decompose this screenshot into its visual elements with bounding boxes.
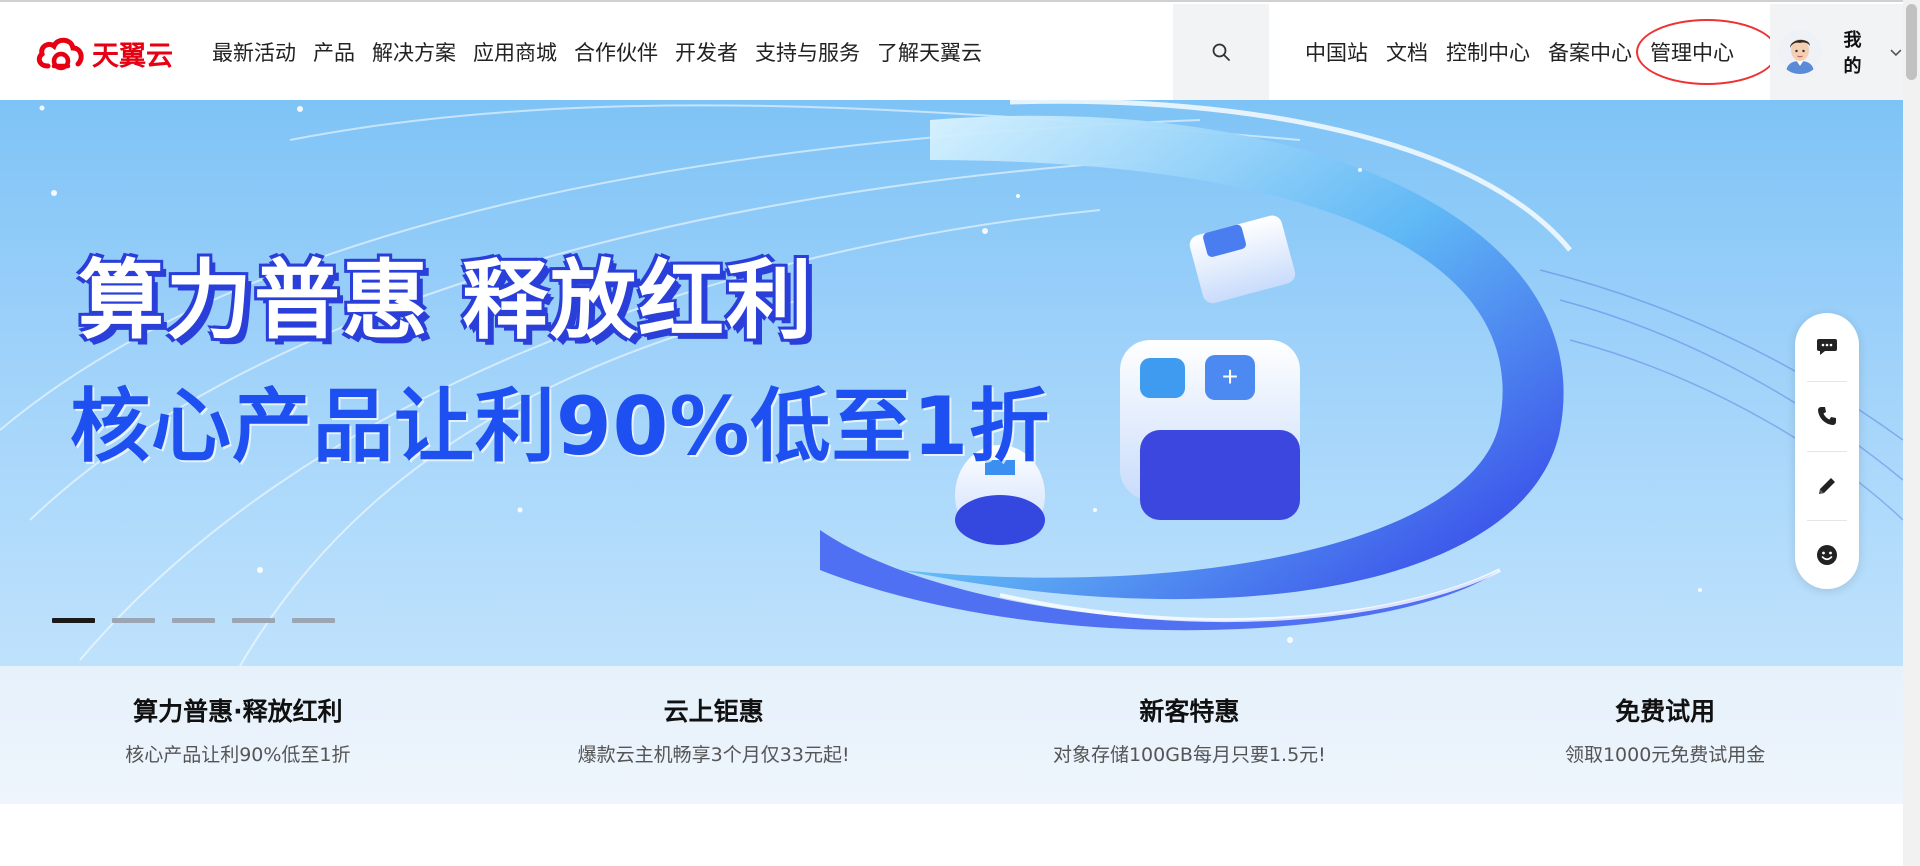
- nav-item-app-store[interactable]: 应用商城: [473, 38, 557, 68]
- nav-item-filing-center[interactable]: 备案中心: [1548, 38, 1632, 68]
- carousel-dot-5[interactable]: [292, 618, 335, 623]
- carousel-dot-2[interactable]: [112, 618, 155, 623]
- nav-item-latest-activities[interactable]: 最新活动: [212, 38, 296, 68]
- chevron-down-icon: [1890, 49, 1902, 57]
- brand-name: 天翼云: [92, 40, 173, 72]
- promo-subtitle: 核心产品让利90%低至1折: [125, 744, 351, 766]
- pen-icon: [1819, 477, 1835, 494]
- svg-text:+: +: [1222, 361, 1238, 392]
- promo-title: 云上钜惠: [663, 697, 764, 726]
- page-scrollbar[interactable]: [1903, 0, 1920, 866]
- phone-button[interactable]: [1795, 382, 1859, 450]
- scrollbar-thumb[interactable]: [1906, 4, 1917, 80]
- smile-icon: [1817, 544, 1837, 565]
- promo-card[interactable]: 免费试用 领取1000元免费试用金: [1427, 666, 1903, 804]
- promo-title: 算力普惠·释放红利: [133, 697, 343, 726]
- chat-button[interactable]: [1795, 313, 1859, 381]
- nav-item-products[interactable]: 产品: [313, 38, 355, 68]
- user-menu-label: 我的: [1843, 30, 1862, 77]
- floating-contact-bar: [1795, 313, 1859, 589]
- promo-title: 新客特惠: [1139, 697, 1240, 726]
- nav-item-solutions[interactable]: 解决方案: [372, 38, 456, 68]
- carousel-dot-3[interactable]: [172, 618, 215, 623]
- nav-item-developers[interactable]: 开发者: [675, 38, 738, 68]
- promo-card[interactable]: 云上钜惠 爆款云主机畅享3个月仅33元起!: [476, 666, 952, 804]
- feedback-button[interactable]: [1795, 452, 1859, 520]
- nav-item-control-center[interactable]: 控制中心: [1446, 38, 1530, 68]
- carousel-indicators: [52, 618, 352, 623]
- promo-subtitle: 爆款云主机畅享3个月仅33元起!: [577, 744, 850, 766]
- chat-icon: [1817, 339, 1837, 356]
- promo-subtitle: 领取1000元免费试用金: [1564, 744, 1766, 766]
- banner-subtitle: 核心产品让利90%低至1折: [70, 380, 1051, 473]
- avatar: [1778, 30, 1822, 74]
- promo-card[interactable]: 算力普惠·释放红利 核心产品让利90%低至1折: [0, 666, 476, 804]
- promo-title: 免费试用: [1615, 697, 1716, 726]
- carousel-dot-1[interactable]: [52, 618, 95, 623]
- highlight-circle-annotation: [1636, 19, 1778, 85]
- search-button[interactable]: [1173, 4, 1269, 100]
- cloud-logo-icon: [36, 37, 84, 71]
- phone-icon: [1818, 407, 1836, 426]
- hero-banner[interactable]: + 算力普惠 释放红利 核心产品让利90%低至1折: [0, 100, 1903, 666]
- promo-strip: 算力普惠·释放红利 核心产品让利90%低至1折 云上钜惠 爆款云主机畅享3个月仅…: [0, 666, 1903, 804]
- nav-item-about[interactable]: 了解天翼云: [877, 38, 982, 68]
- banner-title: 算力普惠 释放红利: [78, 251, 814, 351]
- brand-logo[interactable]: 天翼云: [34, 32, 173, 74]
- top-header: 天翼云 最新活动 产品 解决方案 应用商城 合作伙伴 开发者 支持与服务 了解天…: [0, 0, 1903, 100]
- user-menu[interactable]: 我的: [1770, 4, 1903, 100]
- nav-item-support[interactable]: 支持与服务: [755, 38, 860, 68]
- search-icon: [1212, 43, 1230, 61]
- nav-item-china-site[interactable]: 中国站: [1305, 38, 1368, 68]
- service-button[interactable]: [1795, 521, 1859, 589]
- promo-subtitle: 对象存储100GB每月只要1.5元!: [1052, 744, 1326, 766]
- main-nav: 最新活动 产品 解决方案 应用商城 合作伙伴 开发者 支持与服务 了解天翼云: [212, 38, 999, 68]
- nav-item-docs[interactable]: 文档: [1386, 38, 1428, 68]
- promo-card[interactable]: 新客特惠 对象存储100GB每月只要1.5元!: [952, 666, 1428, 804]
- carousel-dot-4[interactable]: [232, 618, 275, 623]
- nav-item-partners[interactable]: 合作伙伴: [574, 38, 658, 68]
